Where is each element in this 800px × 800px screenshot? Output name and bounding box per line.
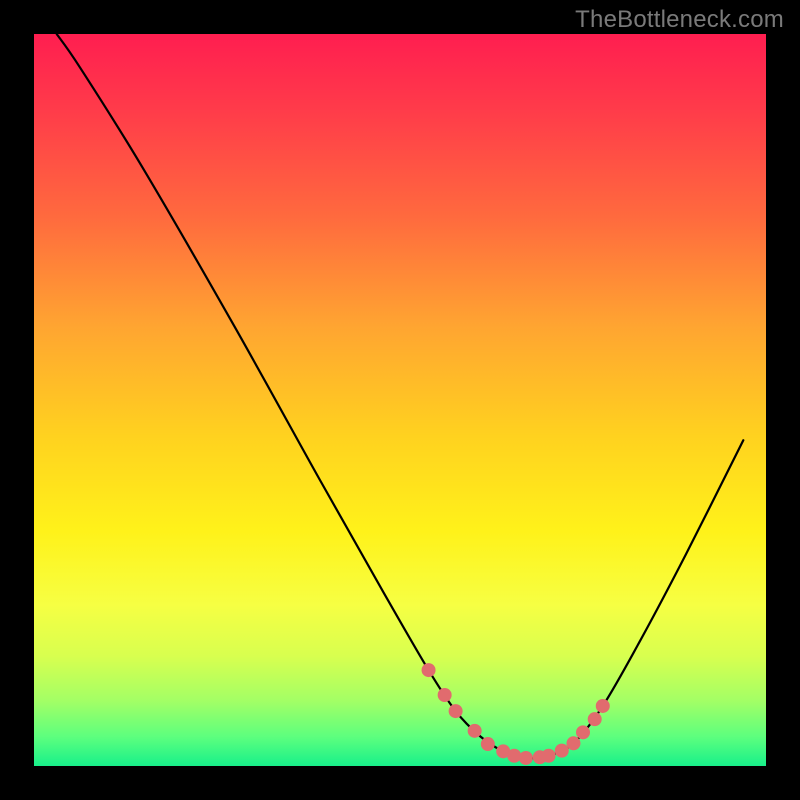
highlight-marker — [555, 744, 569, 758]
highlight-marker — [507, 749, 521, 763]
highlight-marker — [438, 688, 452, 702]
highlight-marker — [519, 751, 533, 765]
highlight-marker — [596, 699, 610, 713]
highlight-marker — [449, 704, 463, 718]
highlight-marker — [481, 737, 495, 751]
highlight-marker-group — [422, 663, 610, 765]
watermark-text: TheBottleneck.com — [575, 6, 784, 34]
highlight-marker — [566, 736, 580, 750]
highlight-marker — [588, 712, 602, 726]
highlight-marker — [542, 749, 556, 763]
highlight-marker — [468, 724, 482, 738]
chart-frame: TheBottleneck.com — [0, 0, 800, 800]
highlight-marker — [576, 725, 590, 739]
highlight-marker — [422, 663, 436, 677]
curve-svg — [34, 34, 766, 766]
plot-area — [34, 34, 766, 766]
bottleneck-curve-line — [57, 34, 744, 758]
